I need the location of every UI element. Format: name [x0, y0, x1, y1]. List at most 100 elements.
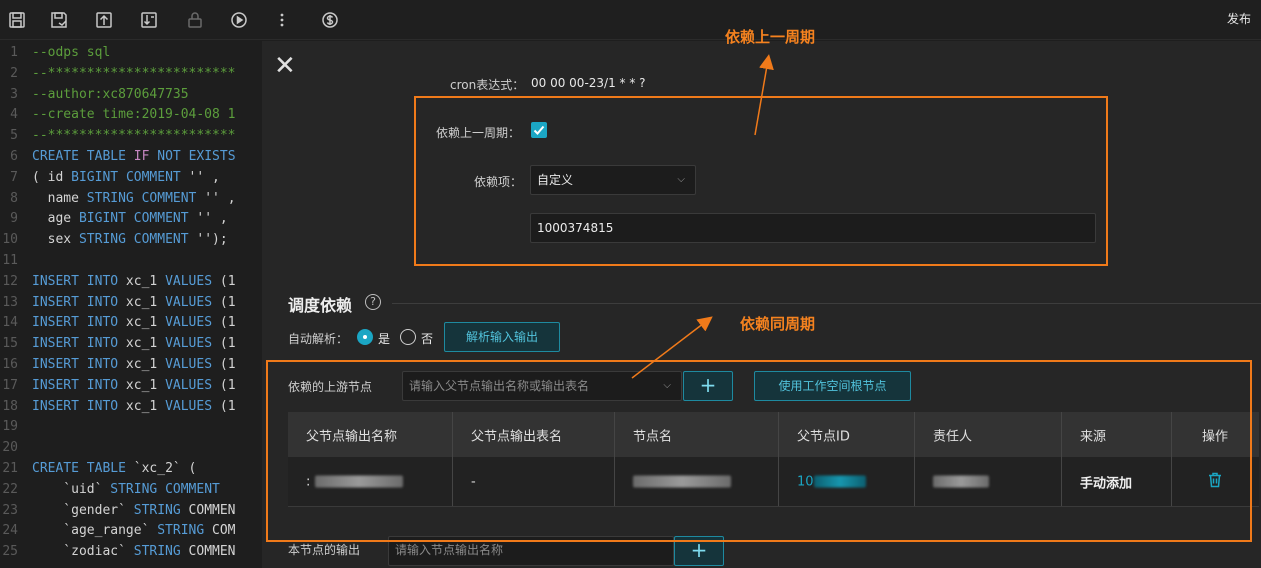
line-number: 5	[10, 128, 18, 144]
line-number: 15	[2, 336, 18, 352]
code-text: --create time:2019-04-08 1	[32, 107, 236, 123]
code-line[interactable]: 9 age BIGINT COMMENT '' ,	[0, 209, 268, 230]
line-number: 12	[2, 273, 18, 289]
code-line[interactable]: 10 sex STRING COMMENT '');	[0, 230, 268, 251]
code-text: INSERT INTO xc_1 VALUES (1	[32, 273, 236, 289]
code-line[interactable]: 3 --author:xc870647735	[0, 85, 268, 106]
code-line[interactable]: 19	[0, 417, 268, 438]
code-line[interactable]: 12 INSERT INTO xc_1 VALUES (1	[0, 272, 268, 293]
line-number: 19	[2, 419, 18, 435]
run-icon[interactable]	[228, 9, 250, 31]
line-number: 8	[10, 190, 18, 206]
line-number: 7	[10, 169, 18, 185]
line-number: 23	[2, 502, 18, 518]
code-line[interactable]: 14 INSERT INTO xc_1 VALUES (1	[0, 313, 268, 334]
code-line[interactable]: 18 INSERT INTO xc_1 VALUES (1	[0, 397, 268, 418]
line-number: 24	[2, 523, 18, 539]
line-number: 6	[10, 149, 18, 164]
annotation-label-top: 依赖上一周期	[725, 28, 816, 46]
code-text: --author:xc870647735	[32, 86, 189, 102]
line-number: 9	[10, 211, 18, 227]
code-text: `uid` STRING COMMENT	[32, 481, 220, 497]
code-text: sex STRING COMMENT '');	[32, 232, 228, 248]
section-divider	[392, 303, 1261, 304]
code-text: CREATE TABLE `xc_2` (	[32, 461, 197, 476]
app-root: 发布 1 --odps sql 2 --***********************…	[0, 0, 1261, 568]
annotation-box-same-cycle	[266, 360, 1252, 542]
line-number: 10	[2, 232, 18, 248]
code-line[interactable]: 16 INSERT INTO xc_1 VALUES (1	[0, 355, 268, 376]
code-text: INSERT INTO xc_1 VALUES (1	[32, 336, 236, 352]
code-line[interactable]: 4 --create time:2019-04-08 1	[0, 105, 268, 126]
line-number: 20	[2, 440, 18, 456]
line-number: 1	[10, 45, 18, 60]
auto-parse-yes-label: 是	[378, 332, 391, 346]
code-line[interactable]: 15 INSERT INTO xc_1 VALUES (1	[0, 334, 268, 355]
code-editor[interactable]: 1 --odps sql 2 --************************ 3-…	[0, 41, 268, 568]
line-number: 2	[10, 65, 18, 81]
code-line[interactable]: 5 --************************	[0, 126, 268, 147]
auto-parse-no-radio[interactable]	[400, 329, 416, 345]
node-output-label: 本节点的输出	[288, 543, 361, 557]
cron-value: 00 00 00-23/1 * * ?	[531, 76, 646, 90]
code-line[interactable]: 1 --odps sql	[0, 43, 268, 64]
code-line[interactable]: 17 INSERT INTO xc_1 VALUES (1	[0, 376, 268, 397]
top-toolbar: 发布	[0, 0, 1261, 40]
save-submit-icon[interactable]	[48, 9, 70, 31]
code-line[interactable]: 22 `uid` STRING COMMENT	[0, 480, 268, 501]
code-text: age BIGINT COMMENT '' ,	[32, 211, 228, 227]
line-number: 25	[2, 544, 18, 560]
line-number: 11	[2, 253, 18, 268]
parse-io-button[interactable]: 解析输入输出	[444, 322, 560, 352]
cron-label: cron表达式：	[450, 78, 525, 92]
code-line[interactable]: 6 CREATE TABLE IF NOT EXISTS	[0, 147, 268, 168]
annotation-box-last-cycle	[414, 96, 1108, 266]
auto-parse-yes-radio[interactable]	[357, 329, 373, 345]
line-number: 18	[2, 398, 18, 414]
line-number: 21	[2, 461, 18, 476]
code-text: name STRING COMMENT '' ,	[32, 190, 236, 206]
auto-parse-label: 自动解析：	[288, 332, 349, 346]
publish-button[interactable]: 发布	[1227, 10, 1251, 27]
code-line[interactable]: 7 ( id BIGINT COMMENT '' ,	[0, 168, 268, 189]
code-text: `age_range` STRING COM	[32, 523, 236, 539]
code-line[interactable]: 2 --************************	[0, 64, 268, 85]
upload-icon[interactable]	[93, 9, 115, 31]
code-line[interactable]: 8 name STRING COMMENT '' ,	[0, 189, 268, 210]
line-number: 22	[2, 481, 18, 497]
help-icon[interactable]: ?	[365, 294, 381, 310]
code-text: ( id BIGINT COMMENT '' ,	[32, 169, 220, 185]
code-text: `gender` STRING COMMEN	[32, 502, 236, 518]
auto-parse-no-label: 否	[421, 332, 434, 346]
code-line[interactable]: 13 INSERT INTO xc_1 VALUES (1	[0, 293, 268, 314]
code-line[interactable]: 20	[0, 438, 268, 459]
cost-icon[interactable]	[319, 9, 341, 31]
close-icon[interactable]: ✕	[274, 53, 298, 79]
export-icon[interactable]	[138, 9, 160, 31]
line-number: 16	[2, 357, 18, 372]
code-text: --************************	[32, 65, 236, 81]
section-title: 调度依赖	[288, 296, 353, 315]
code-line[interactable]: 24 `age_range` STRING COM	[0, 521, 268, 542]
line-number: 13	[2, 294, 18, 310]
line-number: 14	[2, 315, 18, 331]
code-line[interactable]: 23 `gender` STRING COMMEN	[0, 501, 268, 522]
code-text: INSERT INTO xc_1 VALUES (1	[32, 357, 236, 372]
code-text: INSERT INTO xc_1 VALUES (1	[32, 398, 236, 414]
code-line[interactable]: 25 `zodiac` STRING COMMEN	[0, 542, 268, 563]
lock-icon[interactable]	[184, 9, 206, 31]
code-text: INSERT INTO xc_1 VALUES (1	[32, 294, 236, 310]
code-text: `zodiac` STRING COMMEN	[32, 544, 236, 560]
more-icon[interactable]	[271, 9, 293, 31]
line-number: 4	[10, 107, 18, 123]
annotation-label-middle: 依赖同周期	[740, 315, 816, 333]
line-number: 17	[2, 377, 18, 393]
code-text: --odps sql	[32, 45, 111, 60]
save-icon[interactable]	[6, 9, 28, 31]
code-text: INSERT INTO xc_1 VALUES (1	[32, 315, 236, 331]
code-line[interactable]: 21 CREATE TABLE `xc_2` (	[0, 459, 268, 480]
line-number: 3	[10, 86, 18, 102]
code-line[interactable]: 11	[0, 251, 268, 272]
code-text: INSERT INTO xc_1 VALUES (1	[32, 377, 236, 393]
code-text: CREATE TABLE IF NOT EXISTS	[32, 149, 236, 164]
